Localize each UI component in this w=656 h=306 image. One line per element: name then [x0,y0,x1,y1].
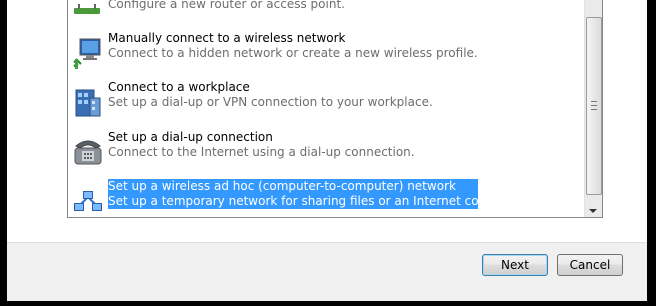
scroll-down-arrow-icon[interactable] [589,209,597,213]
option-title: Connect to a workplace [108,80,250,94]
button-bar [7,242,647,301]
option-setup-router[interactable]: Configure a new router or access point. [68,0,583,26]
router-icon [72,0,104,20]
workplace-building-icon [72,84,104,118]
vertical-scrollbar[interactable] [584,0,602,217]
option-description: Set up a dial-up or VPN connection to yo… [108,95,433,109]
scrollbar-thumb[interactable] [586,17,602,195]
option-adhoc-network[interactable]: Set up a wireless ad hoc (computer-to-co… [68,179,583,217]
connection-options-list[interactable]: Configure a new router or access point. … [67,0,603,218]
cancel-button[interactable]: Cancel [557,254,623,276]
dialup-phone-icon [72,134,104,168]
option-title: Set up a wireless ad hoc (computer-to-co… [108,179,456,193]
option-title: Manually connect to a wireless network [108,31,346,45]
scrollbar-grip-icon [591,101,597,110]
adhoc-network-icon [72,183,104,217]
option-description: Configure a new router or access point. [108,0,345,11]
option-workplace[interactable]: Connect to a workplace Set up a dial-up … [68,80,583,124]
option-description: Connect to the Internet using a dial-up … [108,145,415,159]
next-button[interactable]: Next [482,254,548,276]
option-dialup[interactable]: Set up a dial-up connection Connect to t… [68,130,583,174]
option-description: Set up a temporary network for sharing f… [108,194,535,208]
wireless-monitor-icon [72,35,104,69]
option-description: Connect to a hidden network or create a … [108,46,478,60]
option-manual-wireless[interactable]: Manually connect to a wireless network C… [68,31,583,75]
option-title: Set up a dial-up connection [108,130,273,144]
